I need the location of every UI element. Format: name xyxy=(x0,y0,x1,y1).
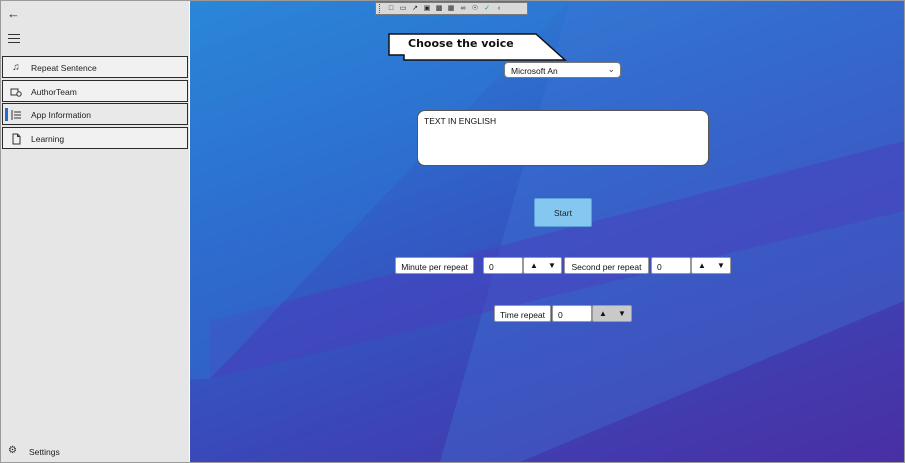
music-note-icon: ♫ xyxy=(12,62,20,73)
text-input[interactable]: TEXT IN ENGLISH xyxy=(417,110,709,166)
callout-text: Choose the voice xyxy=(408,37,514,50)
minute-label-text: Minute per repeat xyxy=(401,262,468,272)
collapse-icon[interactable]: ‹ xyxy=(494,4,504,13)
gear-icon: ⚙ xyxy=(8,445,17,456)
start-label: Start xyxy=(554,208,572,218)
main-content: Choose the voice Microsoft An ⌄ TEXT IN … xyxy=(190,1,904,462)
minute-stepper: ▲ ▼ xyxy=(523,257,562,274)
minute-down-button[interactable]: ▼ xyxy=(545,260,559,271)
time-repeat-label: Time repeat xyxy=(494,305,551,322)
selection-indicator xyxy=(5,108,8,121)
second-stepper: ▲ ▼ xyxy=(691,257,731,274)
layout-icon[interactable]: ▣ xyxy=(422,4,432,13)
sidebar-item-learning[interactable]: Learning xyxy=(2,127,188,149)
accessibility-icon[interactable]: ☉ xyxy=(470,4,480,13)
time-repeat-up-button[interactable]: ▲ xyxy=(596,308,610,319)
video-icon[interactable]: ▭ xyxy=(398,4,408,13)
adorner-icon[interactable]: ▦ xyxy=(446,4,456,13)
grip-handle[interactable] xyxy=(379,4,383,13)
second-up-button[interactable]: ▲ xyxy=(695,260,709,271)
list-icon xyxy=(10,109,22,121)
chevron-down-icon: ⌄ xyxy=(607,64,615,74)
image-icon[interactable]: ▩ xyxy=(434,4,444,13)
sidebar-item-label: Repeat Sentence xyxy=(31,63,97,73)
time-repeat-down-button[interactable]: ▼ xyxy=(615,308,629,319)
voice-select-value: Microsoft An xyxy=(511,66,558,76)
second-value: 0 xyxy=(657,262,662,272)
time-repeat-label-text: Time repeat xyxy=(499,310,546,320)
people-icon xyxy=(10,86,22,98)
settings-label: Settings xyxy=(29,447,60,457)
check-icon[interactable]: ✓ xyxy=(482,4,492,13)
sidebar-item-label: App Information xyxy=(31,110,92,120)
debug-toolbar: □ ▭ ↗ ▣ ▩ ▦ ∞ ☉ ✓ ‹ xyxy=(375,2,528,15)
sidebar-item-label: AuthorTeam xyxy=(31,87,77,97)
time-repeat-value: 0 xyxy=(558,310,563,320)
minute-up-button[interactable]: ▲ xyxy=(527,260,541,271)
sidebar-item-authorteam[interactable]: AuthorTeam xyxy=(2,80,188,102)
hot-reload-icon[interactable]: ∞ xyxy=(458,4,468,13)
document-icon xyxy=(10,133,22,145)
pointer-icon[interactable]: ↗ xyxy=(410,4,420,13)
minute-value: 0 xyxy=(489,262,494,272)
text-input-value: TEXT IN ENGLISH xyxy=(424,116,497,126)
second-per-repeat-label: Second per repeat xyxy=(564,257,649,274)
time-repeat-stepper: ▲ ▼ xyxy=(592,305,632,322)
second-input[interactable]: 0 xyxy=(651,257,691,274)
voice-select[interactable]: Microsoft An ⌄ xyxy=(504,62,621,78)
select-element-icon[interactable]: □ xyxy=(386,4,396,13)
time-repeat-input[interactable]: 0 xyxy=(552,305,592,322)
sidebar-item-label: Learning xyxy=(31,134,65,144)
sidebar-item-app-information[interactable]: App Information xyxy=(2,103,188,125)
second-down-button[interactable]: ▼ xyxy=(714,260,728,271)
sidebar: ← ♫ Repeat Sentence AuthorTeam App Infor… xyxy=(1,1,189,462)
back-button[interactable]: ← xyxy=(7,7,23,21)
second-label-text: Second per repeat xyxy=(571,262,642,272)
sidebar-item-repeat-sentence[interactable]: ♫ Repeat Sentence xyxy=(2,56,188,78)
hamburger-icon[interactable] xyxy=(8,34,20,44)
minute-per-repeat-label: Minute per repeat xyxy=(395,257,474,274)
start-button[interactable]: Start xyxy=(534,198,592,227)
minute-input[interactable]: 0 xyxy=(483,257,523,274)
arrow-left-icon: ← xyxy=(7,6,20,21)
